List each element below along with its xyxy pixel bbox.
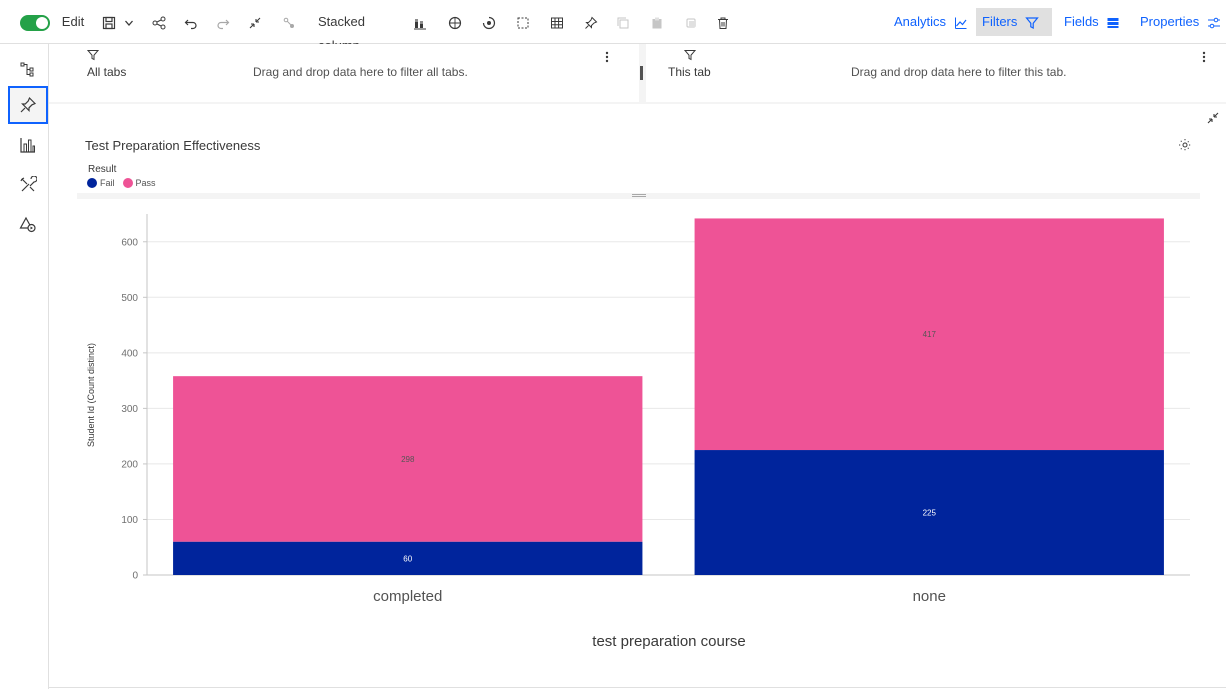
data-label-pass-none: 417 — [923, 330, 937, 339]
x-tick-label: none — [913, 588, 946, 605]
x-axis-title: test preparation course — [592, 633, 745, 650]
app-window: Edit Stacked column — [0, 0, 1226, 689]
y-tick-label: 100 — [121, 515, 138, 526]
y-tick-label: 200 — [121, 459, 138, 470]
y-axis-title: Student Id (Count distinct) — [86, 343, 96, 447]
y-tick-label: 300 — [121, 404, 138, 415]
data-label-fail-completed: 60 — [403, 554, 412, 563]
x-tick-label: completed — [373, 588, 442, 605]
y-tick-label: 500 — [121, 293, 138, 304]
y-tick-label: 400 — [121, 348, 138, 359]
data-label-pass-completed: 298 — [401, 455, 415, 464]
stacked-column-chart: 0 100 200 300 400 500 600 60 298 completed 225 417 n… — [86, 214, 1190, 650]
canvas-bottom-border — [49, 687, 1226, 688]
data-label-fail-none: 225 — [923, 509, 937, 518]
y-tick-label: 600 — [121, 237, 138, 248]
y-tick-label: 0 — [132, 571, 138, 582]
